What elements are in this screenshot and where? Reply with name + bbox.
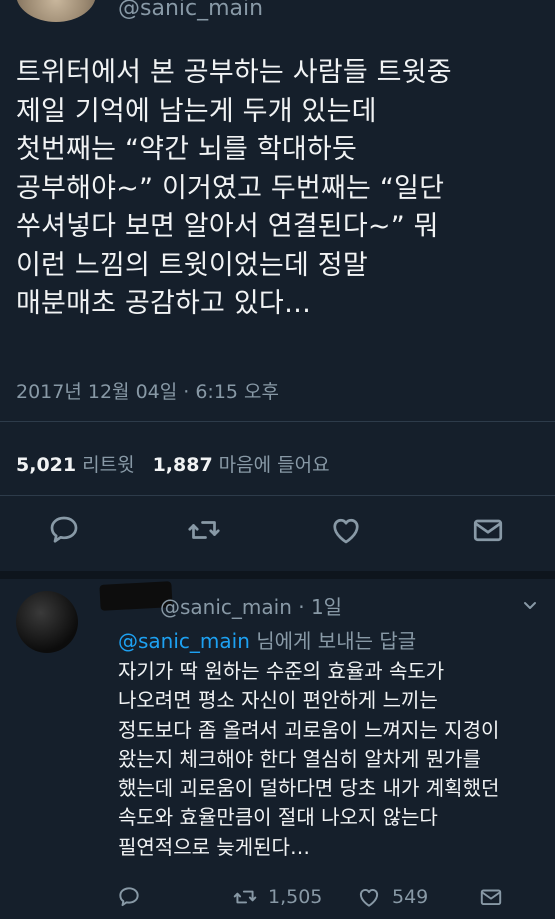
reply-text-line: 필연적으로 늦게된다…: [118, 834, 310, 859]
reply-to-label: 님에게 보내는 답글: [249, 629, 417, 653]
like-count-label[interactable]: 마음에 들어요: [219, 454, 330, 476]
tweet-action-bar: [0, 512, 555, 552]
mention-link[interactable]: @sanic_main: [118, 629, 250, 653]
previous-tweet-header: @sanic_main: [0, 0, 555, 40]
reply-text-line: 정도보다 좀 올려서 괴로움이 느껴지는 지경이: [118, 717, 500, 742]
reply-like-count: 549: [392, 886, 429, 908]
tweet-text-line: 공부해야~” 이거였고 두번째는 “일단: [16, 172, 445, 204]
heart-icon: [359, 888, 379, 907]
author-handle[interactable]: @sanic_main: [118, 0, 263, 21]
retweet-icon: [233, 890, 257, 904]
heart-icon[interactable]: [328, 512, 364, 548]
reply-icon[interactable]: [46, 512, 82, 548]
reply-author-handle[interactable]: @sanic_main · 1일: [160, 591, 342, 620]
like-count[interactable]: 1,887: [153, 454, 213, 476]
reply-retweet-button[interactable]: 1,505: [232, 883, 322, 911]
reply-text-line: 자기가 딱 원하는 수준의 효율과 속도가: [118, 659, 445, 683]
avatar[interactable]: [16, 591, 78, 653]
divider: [0, 421, 555, 422]
reply-to-line: @sanic_main 님에게 보내는 답글: [118, 625, 416, 654]
tweet-stats: 5,021 리트윗 1,887 마음에 들어요: [16, 450, 330, 477]
tweet-text-line: 제일 기억에 남는게 두개 있는데: [16, 95, 377, 127]
envelope-icon[interactable]: [470, 512, 506, 548]
avatar[interactable]: [16, 0, 96, 22]
tweet-text-line: 쑤셔넣다 보면 알아서 연결된다~” 뭐: [16, 211, 439, 242]
reply-action-bar: 1,505 549: [0, 881, 555, 917]
reply-text-line: 나오려면 평소 자신이 편안하게 느끼는: [118, 688, 438, 713]
reply-text-line: 왔는지 체크해야 한다 열심히 알차게 뭔가를: [118, 746, 481, 771]
reply-text-line: 했는데 괴로움이 덜하다면 당초 내가 계획했던: [118, 776, 500, 801]
reply-text-line: 속도와 효율만큼이 절대 나오지 않는다: [118, 805, 438, 830]
chevron-down-icon[interactable]: [520, 595, 540, 615]
tweet-text-line: 매분매초 공감하고 있다…: [16, 288, 312, 319]
section-separator: [0, 571, 555, 579]
reply-tweet[interactable]: @sanic_main · 1일 @sanic_main 님에게 보내는 답글 …: [0, 579, 555, 919]
retweet-count-label[interactable]: 리트윗: [82, 454, 134, 476]
tweet-text-line: 이런 느낌의 트윗이었는데 정말: [16, 249, 368, 281]
tweet-timestamp[interactable]: 2017년 12월 04일 · 6:15 오후: [16, 377, 279, 404]
tweet-text-line: 첫번째는 “약간 뇌를 학대하듯: [16, 134, 358, 165]
envelope-icon[interactable]: [478, 883, 504, 911]
reply-text: 자기가 딱 원하는 수준의 효율과 속도가 나오려면 평소 자신이 편안하게 느…: [118, 657, 548, 862]
tweet-text: 트위터에서 본 공부하는 사람들 트윗중 제일 기억에 남는게 두개 있는데 첫…: [16, 54, 546, 324]
reply-like-button[interactable]: 549: [356, 883, 428, 911]
tweet-text-line: 트위터에서 본 공부하는 사람들 트윗중: [16, 57, 452, 88]
reply-icon[interactable]: [116, 883, 142, 911]
divider: [0, 495, 555, 496]
reply-retweet-count: 1,505: [268, 886, 323, 908]
retweet-icon[interactable]: [186, 512, 222, 548]
retweet-count[interactable]: 5,021: [16, 454, 76, 476]
